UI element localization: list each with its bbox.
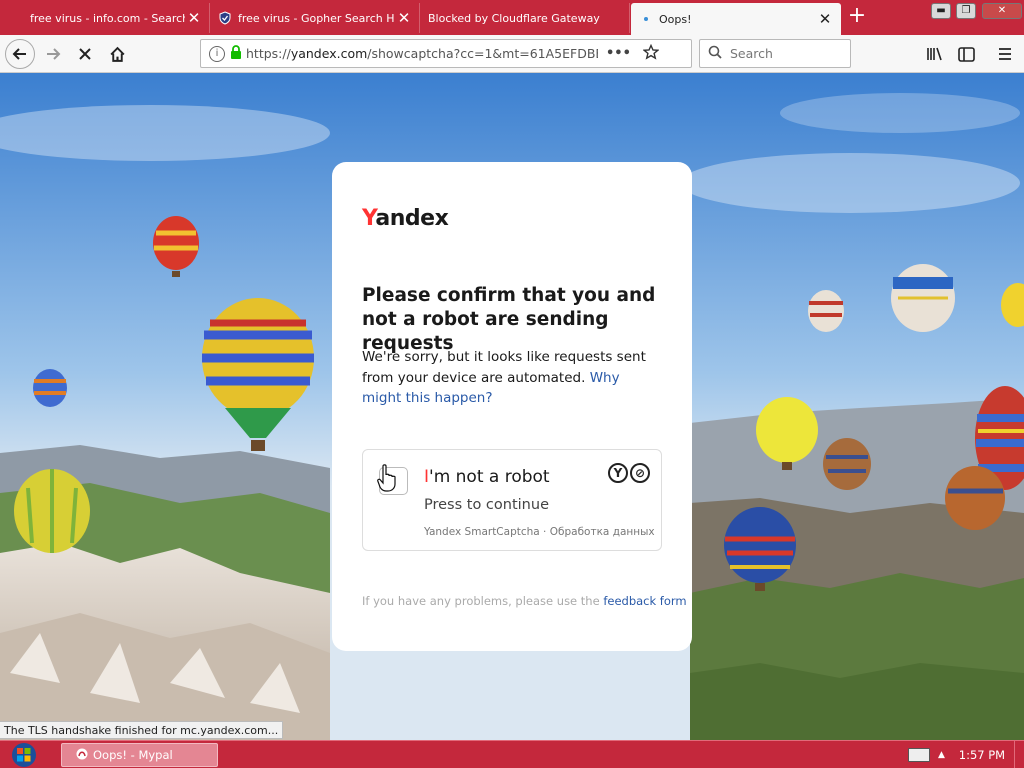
home-icon [109,46,125,62]
balloon [945,466,1005,530]
menu-button[interactable] [990,39,1020,69]
feedback-note: If you have any problems, please use the… [362,594,687,608]
balloon [14,469,90,553]
navigation-toolbar: i https://yandex.com/showcaptcha?cc=1&mt… [0,35,1024,73]
balloon [808,290,844,332]
restore-button[interactable]: ❐ [956,3,976,19]
captcha-brand-icons: Y ⊘ [608,463,650,483]
keyboard-icon[interactable] [908,748,930,762]
home-button[interactable] [102,39,132,69]
show-desktop-button[interactable] [1014,741,1024,768]
lock-icon [230,45,242,62]
page-title: Please confirm that you and not a robot … [362,285,656,354]
back-arrow-icon [12,48,26,60]
tab-cloudflare-blocked[interactable]: Blocked by Cloudflare Gateway [420,3,630,33]
taskbar-item-mypal[interactable]: Oops! - Mypal [61,743,218,767]
taskbar-item-label: Oops! - Mypal [93,748,173,762]
tab-title: Oops! [659,12,692,26]
hamburger-icon [999,48,1011,60]
captcha-provider-text: Yandex SmartCaptcha · Обработка данных [424,526,655,538]
forward-arrow-icon [47,48,61,60]
system-tray: ▲ 1:57 PM [908,741,1007,768]
tab-gopher-search[interactable]: free virus - Gopher Search Hu ✕ [210,3,420,33]
url-bar[interactable]: i https://yandex.com/showcaptcha?cc=1&mt… [200,39,692,68]
window-close-button[interactable]: ✕ [982,3,1022,19]
close-tab-icon[interactable]: ✕ [185,9,203,27]
balloon [891,264,955,332]
close-tab-icon[interactable]: ✕ [816,10,834,28]
balloon [33,369,67,407]
library-icon [927,47,942,61]
captcha-card: Yandex Please confirm that you and not a… [332,162,692,651]
start-button[interactable] [4,742,44,768]
smartcaptcha-circle-icon: ⊘ [630,463,650,483]
bookmark-star-icon[interactable] [642,43,660,63]
library-button[interactable] [920,39,950,69]
shield-icon [218,11,232,25]
stop-button[interactable] [70,39,100,69]
yandex-logo: Yandex [362,206,449,231]
captcha-description: We're sorry, but it looks like requests … [362,349,646,406]
close-tab-icon[interactable]: ✕ [395,9,413,27]
loading-dot-icon [639,12,653,26]
back-button[interactable] [5,39,35,69]
clock[interactable]: 1:57 PM [957,748,1007,762]
tab-strip: free virus - info.com - Search ✕ free vi… [0,0,1024,35]
status-bar: The TLS handshake finished for mc.yandex… [0,721,284,739]
tab-info-search[interactable]: free virus - info.com - Search ✕ [0,3,210,33]
press-to-continue-text: Press to continue [424,497,549,513]
tab-title: free virus - info.com - Search [30,11,185,25]
sidebar-button[interactable] [951,39,981,69]
url-text[interactable]: https://yandex.com/showcaptcha?cc=1&mt=6… [246,46,598,61]
feedback-form-link[interactable]: feedback form [603,594,686,608]
stop-icon [79,48,91,60]
tab-oops[interactable]: Oops! ✕ [631,3,841,35]
windows-logo-icon [12,743,36,767]
balloon [823,438,871,490]
taskbar: Oops! - Mypal ▲ 1:57 PM [0,740,1024,768]
info-icon[interactable]: i [209,45,225,62]
search-icon [708,45,722,62]
search-input[interactable]: Search [699,39,851,68]
mypal-app-icon [76,748,88,763]
search-placeholder: Search [730,46,773,61]
hand-cursor-icon [377,464,397,496]
sidebar-icon [957,46,975,62]
yandex-circle-icon: Y [608,463,628,483]
page-content: Yandex Please confirm that you and not a… [0,73,1024,740]
tray-expand-arrow[interactable]: ▲ [938,750,945,760]
tab-title: Blocked by Cloudflare Gateway [428,11,600,25]
minimize-button[interactable]: ▬ [931,3,951,19]
page-actions-button[interactable]: ••• [606,46,631,61]
not-robot-label: I'm not a robot [424,467,550,487]
smartcaptcha-widget[interactable]: I'm not a robot Press to continue Yandex… [362,449,662,551]
new-tab-button[interactable]: + [846,5,868,28]
forward-button[interactable] [38,39,68,69]
tab-title: free virus - Gopher Search Hu [238,11,395,25]
